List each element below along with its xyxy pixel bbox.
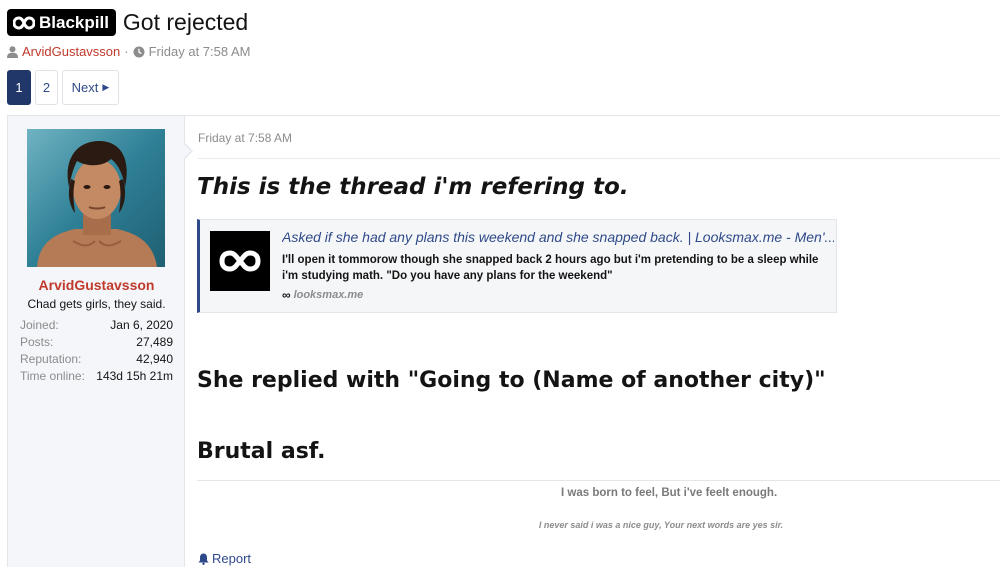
signature-line-1: I was born to feel, But i've feelt enoug…	[561, 487, 778, 499]
caret-right-icon: ▶	[102, 82, 110, 92]
meta-separator: ·	[124, 44, 129, 59]
stat-posts: Posts: 27,489	[20, 333, 173, 350]
infinity-icon	[210, 231, 270, 291]
thread-prefix-badge[interactable]: Blackpill	[7, 9, 116, 36]
stat-label: Reputation:	[20, 351, 82, 366]
pagination: 1 2 Next ▶	[7, 70, 119, 105]
post-line-1: She replied with "Going to (Name of anot…	[197, 368, 826, 393]
thread-header: Blackpill Got rejected	[7, 9, 248, 36]
stat-reputation: Reputation: 42,940	[20, 350, 173, 367]
post-user-panel: ArvidGustavsson Chad gets girls, they sa…	[8, 116, 193, 567]
post-content: Friday at 7:58 AM This is the thread i'm…	[186, 116, 1000, 567]
stat-value: Jan 6, 2020	[110, 317, 173, 332]
unfurl-description: I'll open it tommorow though she snapped…	[282, 254, 819, 282]
post-heading: This is the thread i'm refering to.	[197, 174, 629, 200]
stat-value[interactable]: 27,489	[136, 335, 173, 349]
stat-label: Joined:	[20, 317, 59, 332]
stat-time-online: Time online: 143d 15h 21m	[20, 367, 173, 384]
stat-label: Time online:	[20, 368, 85, 383]
post-date[interactable]: Friday at 7:58 AM	[198, 131, 292, 145]
avatar[interactable]	[27, 129, 165, 267]
page-1-button[interactable]: 1	[7, 70, 31, 105]
user-stats: Joined: Jan 6, 2020 Posts: 27,489 Reputa…	[20, 316, 173, 384]
post: ArvidGustavsson Chad gets girls, they sa…	[7, 115, 1000, 567]
user-icon	[7, 45, 18, 58]
thread-date[interactable]: Friday at 7:58 AM	[149, 44, 251, 59]
next-label: Next	[71, 80, 99, 95]
report-button[interactable]: Report	[198, 551, 251, 566]
signature-divider	[197, 480, 1000, 481]
page-2-button[interactable]: 2	[35, 70, 58, 105]
unfurl-domain-text: looksmax.me	[293, 289, 364, 301]
divider	[198, 158, 1000, 159]
infinity-icon: ∞	[282, 288, 291, 302]
report-label: Report	[212, 551, 252, 566]
user-title: Chad gets girls, they said.	[27, 297, 166, 311]
infinity-icon	[13, 15, 35, 30]
stat-label: Posts:	[20, 334, 54, 349]
prefix-label: Blackpill	[39, 12, 109, 32]
post-username[interactable]: ArvidGustavsson	[8, 277, 185, 293]
link-unfurl-card[interactable]: Asked if she had any plans this weekend …	[197, 219, 837, 313]
bell-icon	[198, 553, 209, 565]
thread-title: Got rejected	[122, 9, 249, 35]
stat-joined: Joined: Jan 6, 2020	[20, 316, 173, 333]
stat-value: 143d 15h 21m	[96, 368, 173, 383]
stat-value: 42,940	[136, 351, 173, 366]
thread-author-link[interactable]: ArvidGustavsson	[22, 44, 120, 59]
clock-icon	[133, 46, 145, 57]
signature-line-2: I never said i was a nice guy, Your next…	[538, 520, 784, 530]
post-line-2: Brutal asf.	[197, 439, 326, 464]
unfurl-title-link[interactable]: Asked if she had any plans this weekend …	[282, 229, 834, 245]
unfurl-domain: ∞ looksmax.me	[282, 288, 363, 302]
thread-meta: ArvidGustavsson · Friday at 7:58 AM	[7, 44, 251, 59]
next-page-button[interactable]: Next ▶	[62, 70, 119, 105]
